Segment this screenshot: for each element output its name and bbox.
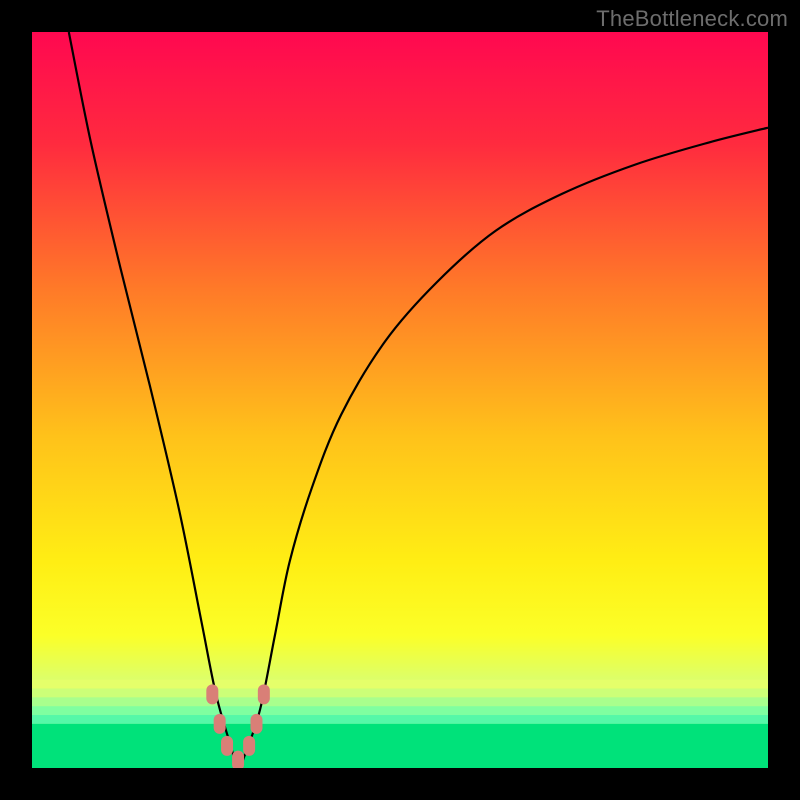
green-band <box>32 715 768 724</box>
green-band <box>32 680 768 689</box>
green-band-group <box>32 680 768 768</box>
watermark-text: TheBottleneck.com <box>596 6 788 32</box>
curve-marker <box>221 736 233 756</box>
green-band <box>32 697 768 706</box>
green-band <box>32 706 768 715</box>
curve-marker <box>250 714 262 734</box>
chart-svg <box>32 32 768 768</box>
green-band <box>32 689 768 698</box>
curve-marker <box>206 684 218 704</box>
curve-marker <box>214 714 226 734</box>
green-band <box>32 724 768 768</box>
chart-frame: TheBottleneck.com <box>0 0 800 800</box>
plot-area <box>32 32 768 768</box>
curve-marker <box>232 751 244 768</box>
gradient-background <box>32 32 768 768</box>
curve-marker <box>258 684 270 704</box>
curve-marker <box>243 736 255 756</box>
